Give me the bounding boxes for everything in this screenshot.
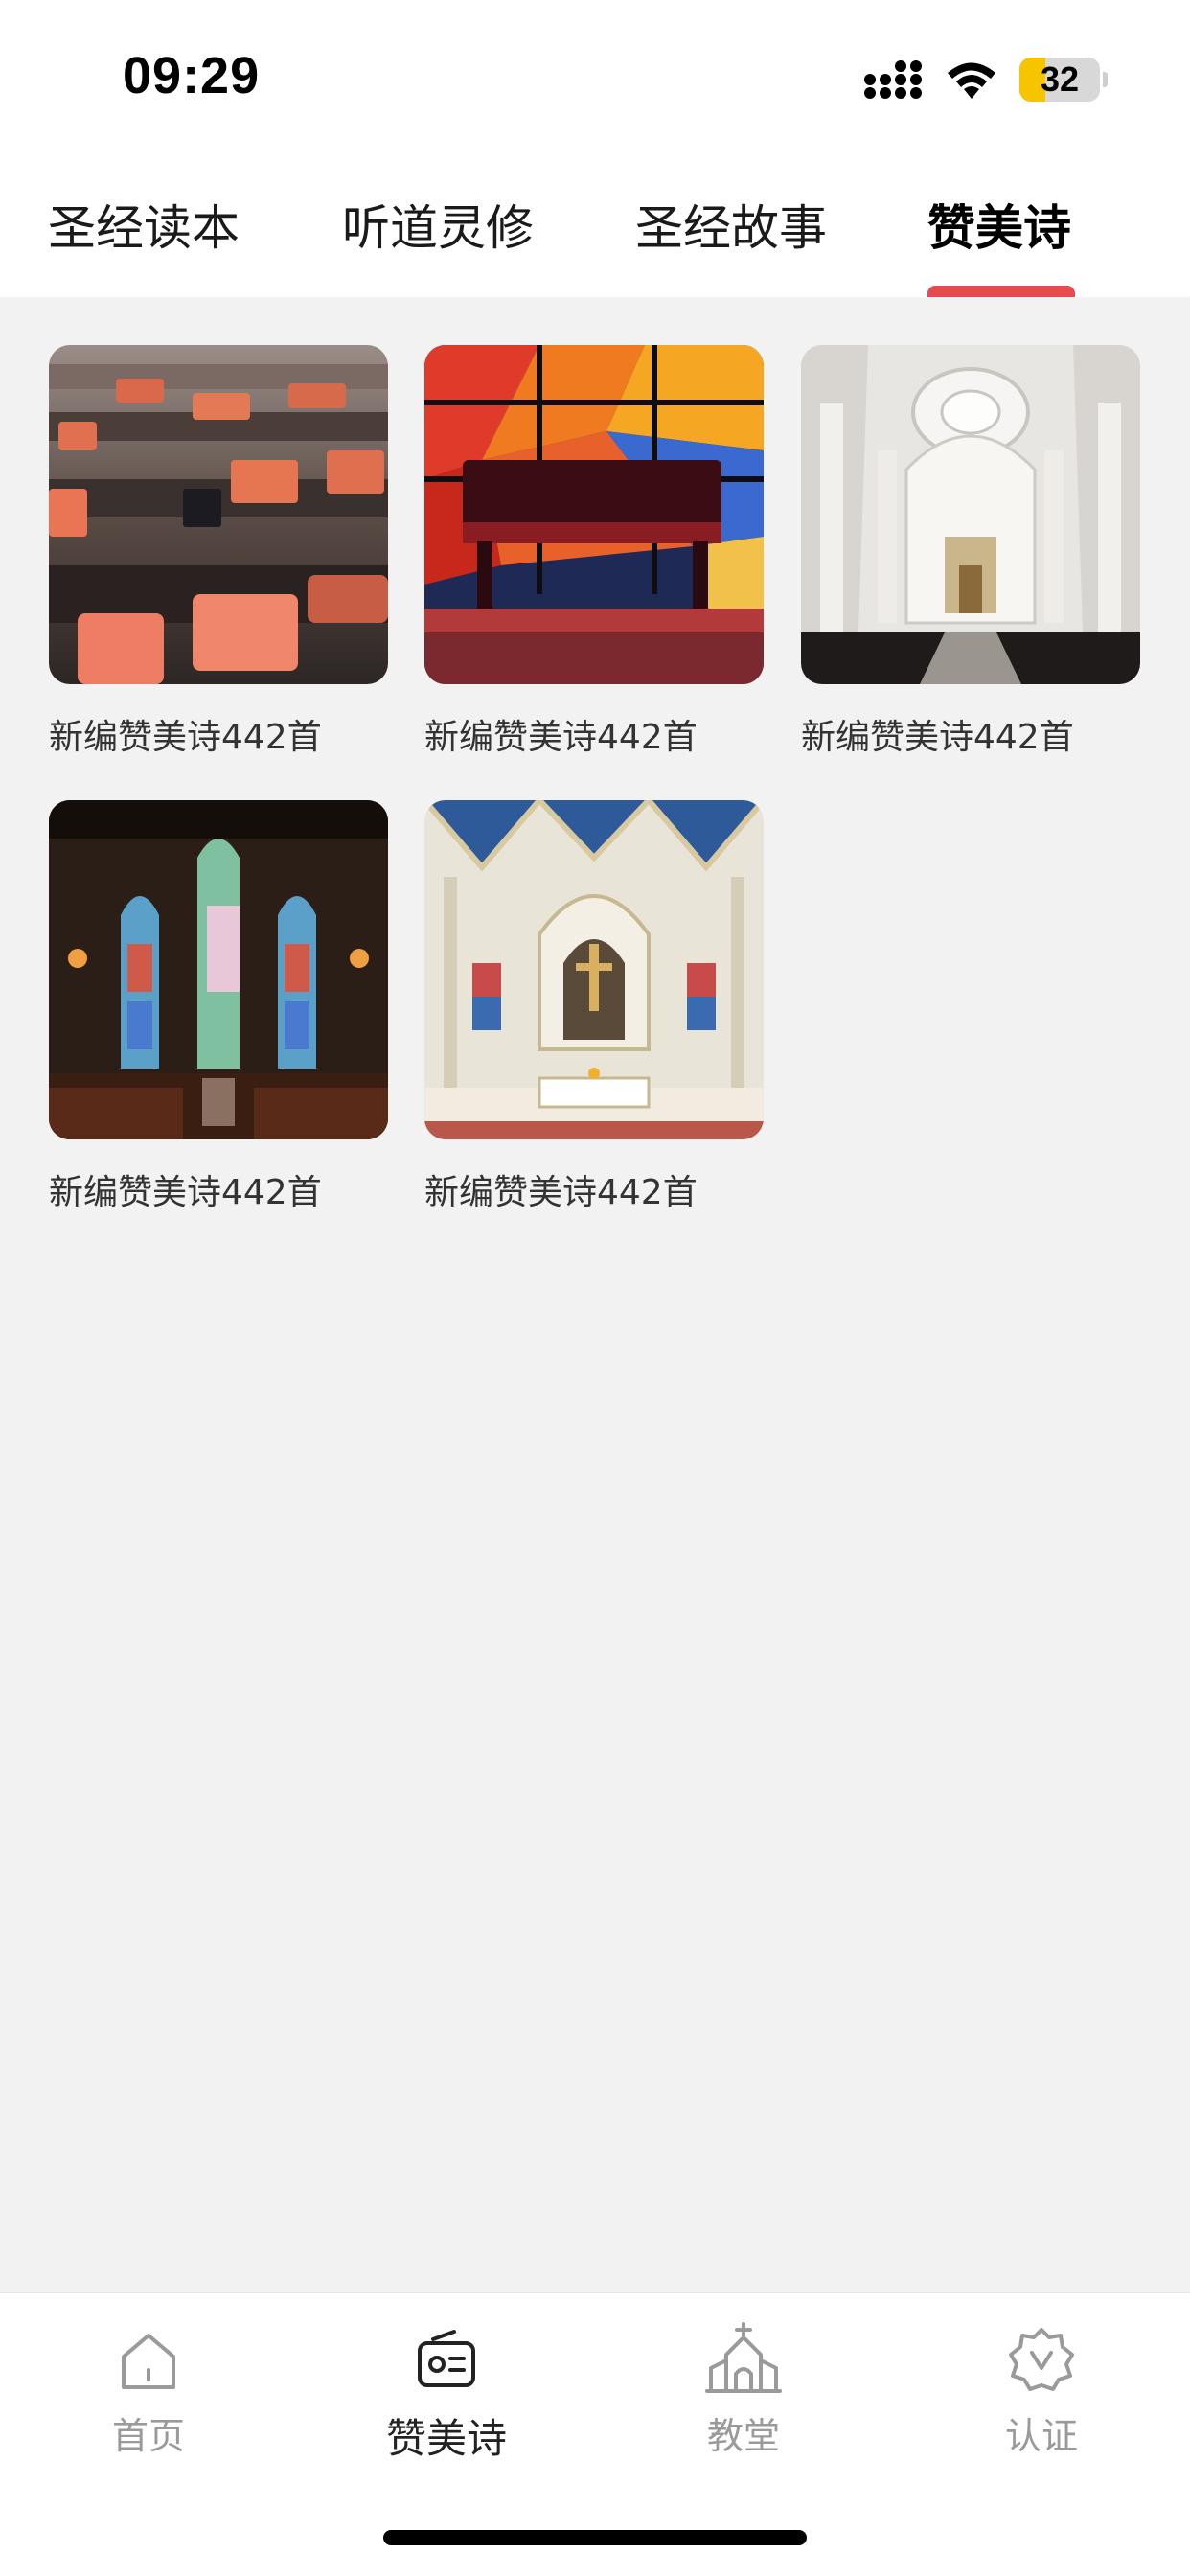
hymn-card[interactable]: 新编赞美诗442首	[49, 800, 388, 1214]
status-bar: 09:29 32	[0, 0, 1190, 153]
nav-label: 首页	[111, 2415, 185, 2457]
active-tab-indicator	[927, 286, 1075, 297]
status-time: 09:29	[123, 47, 261, 104]
cover-image-gothic-altar	[424, 800, 764, 1139]
nav-label: 认证	[1004, 2415, 1078, 2457]
hymn-card-title: 新编赞美诗442首	[49, 718, 322, 757]
tab-bible-reader[interactable]: 圣经读本	[48, 190, 240, 259]
hymn-card[interactable]: 新编赞美诗442首	[424, 800, 764, 1214]
cover-image-pews	[49, 345, 388, 684]
tab-bible-stories[interactable]: 圣经故事	[635, 190, 827, 259]
hymn-card-title: 新编赞美诗442首	[801, 718, 1074, 757]
nav-home[interactable]: 首页	[53, 2322, 244, 2459]
tab-hymns[interactable]: 赞美诗	[927, 190, 1071, 259]
nav-label: 教堂	[706, 2415, 780, 2457]
church-icon	[705, 2322, 782, 2393]
hymn-card-title: 新编赞美诗442首	[49, 1173, 322, 1212]
nav-church[interactable]: 教堂	[648, 2322, 839, 2459]
wifi-icon	[948, 62, 995, 99]
home-icon	[122, 2334, 175, 2389]
hymn-card[interactable]: 新编赞美诗442首	[49, 345, 388, 759]
battery-icon: 32	[1019, 58, 1100, 102]
signal-icon	[864, 60, 922, 99]
nav-label: 赞美诗	[385, 2415, 507, 2462]
top-tab-bar: 圣经读本 听道灵修 圣经故事 赞美诗	[0, 153, 1190, 297]
hymn-card-title: 新编赞美诗442首	[424, 1173, 698, 1212]
radio-icon	[418, 2330, 475, 2387]
tab-sermon-devotion[interactable]: 听道灵修	[342, 190, 534, 259]
cover-image-stained-glass-bench	[424, 345, 764, 684]
verified-badge-icon	[1009, 2328, 1074, 2391]
home-indicator[interactable]	[383, 2530, 807, 2545]
battery-text: 32	[1040, 59, 1080, 99]
cover-image-church-windows	[49, 800, 388, 1139]
hymn-card-title: 新编赞美诗442首	[424, 718, 698, 757]
hymn-card[interactable]: 新编赞美诗442首	[424, 345, 764, 759]
battery-nub	[1103, 72, 1108, 87]
status-icons: 32	[862, 56, 1108, 104]
nav-hymns[interactable]: 赞美诗	[351, 2322, 542, 2465]
cover-image-white-cathedral	[801, 345, 1140, 684]
hymn-card[interactable]: 新编赞美诗442首	[801, 345, 1140, 759]
nav-verification[interactable]: 认证	[946, 2322, 1137, 2459]
